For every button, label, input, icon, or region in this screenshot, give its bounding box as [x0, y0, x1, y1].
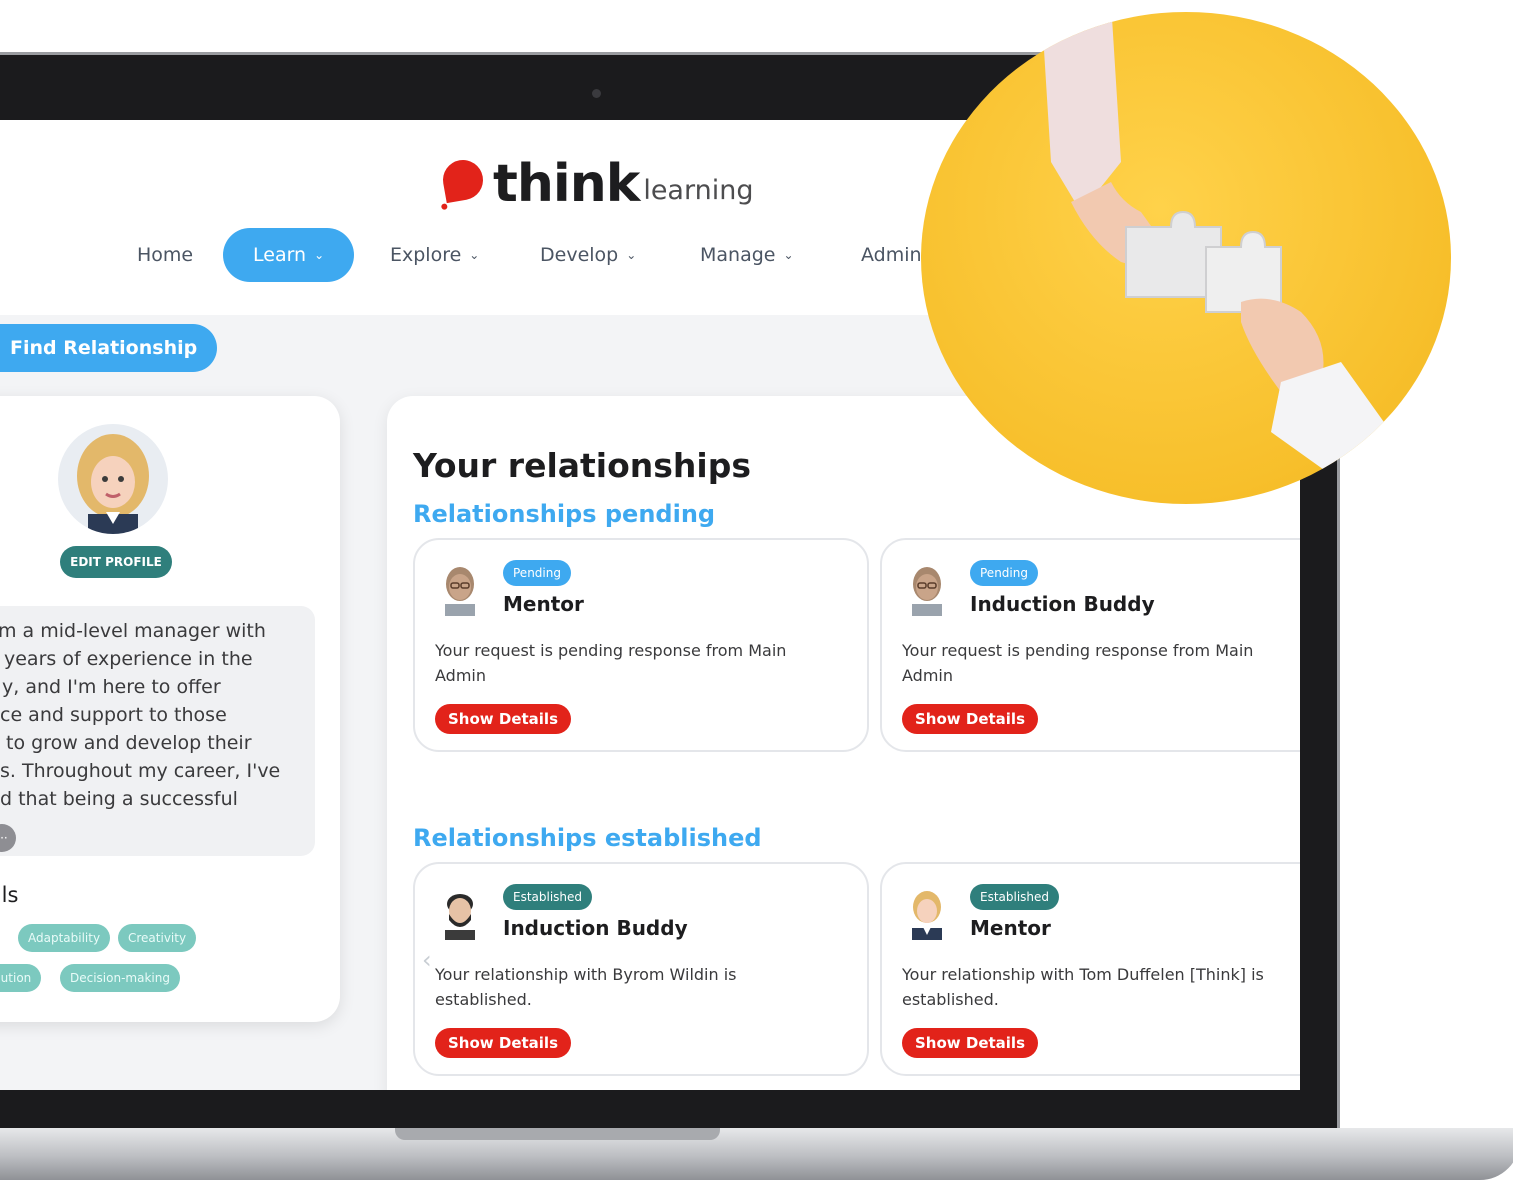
profile-card: EDIT PROFILE m a mid-level manager with … — [0, 396, 340, 1022]
nav-explore-label: Explore — [390, 244, 462, 266]
bio-line: years of experience in the — [4, 648, 253, 670]
think-learning-logo[interactable]: think learning — [439, 140, 754, 214]
camera-dot — [592, 89, 601, 98]
laptop-base — [0, 1128, 1513, 1180]
show-details-label: Show Details — [915, 710, 1025, 728]
profile-bio: m a mid-level manager with years of expe… — [0, 606, 315, 856]
avatar-illustration-icon — [77, 434, 149, 534]
nav-manage[interactable]: Manage ⌄ — [700, 228, 794, 282]
status-badge: Established — [503, 884, 593, 910]
skill-chip: Decision-making — [60, 964, 180, 992]
relationship-description: Your request is pending response from Ma… — [435, 641, 787, 685]
established-section-title: Relationships established — [413, 824, 762, 852]
user-avatar-icon — [912, 567, 942, 616]
edit-profile-button[interactable]: EDIT PROFILE — [60, 546, 172, 578]
show-details-button[interactable]: Show Details — [902, 1028, 1038, 1058]
bio-line: y, and I'm here to offer — [2, 676, 221, 698]
bio-line: d that being a successful — [0, 788, 238, 810]
edit-profile-label: EDIT PROFILE — [70, 555, 162, 569]
nav-manage-label: Manage — [700, 244, 776, 266]
find-relationship-label: Find Relationship — [10, 337, 198, 359]
skill-chip: Creativity — [118, 924, 197, 952]
nav-learn[interactable]: Learn ⌄ — [223, 228, 355, 282]
nav-develop-label: Develop — [540, 244, 619, 266]
show-details-button[interactable]: Show Details — [902, 704, 1038, 734]
skill-chip: olution — [0, 964, 42, 992]
ellipsis-icon: ··· — [0, 831, 8, 845]
nav-home[interactable]: Home — [137, 228, 193, 282]
relationship-description: Your relationship with Byrom Wildin is e… — [435, 965, 737, 1009]
relationship-card-pending: Pending Induction Buddy Your request is … — [880, 538, 1300, 752]
relationship-card-pending: Pending Mentor Your request is pending r… — [413, 538, 869, 752]
avatar — [58, 424, 168, 534]
nav-develop[interactable]: Develop ⌄ — [540, 228, 636, 282]
logo-text-think: think — [493, 154, 640, 214]
relationship-role: Induction Buddy — [970, 592, 1155, 616]
page-title: Your relationships — [413, 446, 751, 485]
nav-home-label: Home — [137, 244, 194, 266]
nav-explore[interactable]: Explore ⌄ — [390, 228, 479, 282]
bio-more-button[interactable]: ··· — [0, 824, 16, 852]
chevron-down-icon: ⌄ — [783, 248, 794, 262]
nav-learn-label: Learn — [253, 244, 307, 266]
logo-mark-icon — [439, 156, 487, 204]
show-details-label: Show Details — [448, 1034, 558, 1052]
relationship-role: Mentor — [503, 592, 584, 616]
puzzle-hands-photo — [921, 12, 1451, 504]
user-avatar-icon — [445, 567, 475, 616]
puzzle-pieces-icon — [1041, 12, 1391, 482]
bio-line: to grow and develop their — [6, 732, 252, 754]
relationship-card-established: Established Mentor Your relationship wit… — [880, 862, 1300, 1076]
status-badge: Pending — [970, 560, 1038, 586]
relationship-description: Your relationship with Tom Duffelen [Thi… — [902, 965, 1264, 1009]
bio-line: ce and support to those — [0, 704, 227, 726]
show-details-button[interactable]: Show Details — [435, 704, 571, 734]
nav-admin-label: Admin — [861, 244, 922, 266]
carousel-prev-icon[interactable]: ‹ — [422, 946, 432, 974]
logo-text-learning: learning — [643, 175, 754, 206]
show-details-button[interactable]: Show Details — [435, 1028, 571, 1058]
laptop-base-notch — [395, 1128, 720, 1140]
status-badge: Pending — [503, 560, 571, 586]
chevron-down-icon: ⌄ — [314, 248, 325, 262]
show-details-label: Show Details — [448, 710, 558, 728]
nav-admin[interactable]: Admin — [861, 228, 922, 282]
skills-heading: ills — [0, 883, 19, 907]
bio-line: m a mid-level manager with — [0, 620, 266, 642]
status-badge: Established — [970, 884, 1060, 910]
show-details-label: Show Details — [915, 1034, 1025, 1052]
chevron-down-icon: ⌄ — [469, 248, 480, 262]
user-avatar-icon — [912, 891, 942, 940]
user-avatar-icon — [445, 894, 475, 940]
relationship-role: Induction Buddy — [503, 916, 688, 940]
find-relationship-button[interactable]: Find Relationship — [0, 324, 218, 372]
skill-chip: Adaptability — [18, 924, 111, 952]
pending-section-title: Relationships pending — [413, 500, 716, 528]
relationship-role: Mentor — [970, 916, 1051, 940]
relationship-card-established: Established Induction Buddy Your relatio… — [413, 862, 869, 1076]
chevron-down-icon: ⌄ — [626, 248, 637, 262]
relationship-description: Your request is pending response from Ma… — [902, 641, 1254, 685]
bio-line: s. Throughout my career, I've — [0, 760, 281, 782]
